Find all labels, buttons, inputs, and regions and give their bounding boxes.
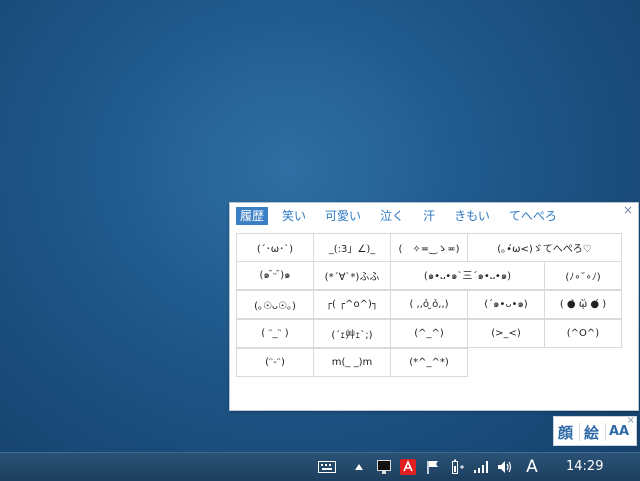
kaomoji-cell[interactable]: (*^_^*) xyxy=(390,348,468,377)
kaomoji-cell[interactable]: (๑ ̄ᵕ ̄)๑ xyxy=(236,261,314,290)
grid-row: (｡☉ᴗ☉｡) ┌( ┌^o^)┐ ( ,,ỏ ̮ỏ,,) (´๑•ᴗ•๑) (… xyxy=(236,290,622,320)
tab-laugh[interactable]: 笑い xyxy=(278,207,310,225)
kaomoji-cell[interactable]: (๑•᎑•๑`三´๑•᎑•๑) xyxy=(390,261,545,290)
kaomoji-cell[interactable]: ( ●̀ ᾥ ●́ ) xyxy=(544,290,622,319)
kaomoji-cell[interactable]: (｡•́ω<)ゞてへぺろ♡ xyxy=(467,233,622,262)
tab-tehepero[interactable]: てへぺろ xyxy=(505,207,561,225)
ime-close-button[interactable]: × xyxy=(627,415,635,426)
kaomoji-cell[interactable]: (*´∀`*)ふふ xyxy=(313,261,391,290)
tab-cry[interactable]: 泣く xyxy=(376,207,408,225)
taskbar: A 14:29 xyxy=(0,452,640,481)
battery-icon[interactable] xyxy=(450,457,466,477)
divider xyxy=(605,423,606,441)
security-app-icon[interactable] xyxy=(399,457,417,477)
action-center-flag-icon[interactable] xyxy=(425,457,441,477)
kaomoji-cell[interactable]: (^O^) xyxy=(544,319,622,348)
kaomoji-cell[interactable]: ( ,,ỏ ̮ỏ,,) xyxy=(390,290,468,319)
signal-strength-icon[interactable] xyxy=(473,457,491,477)
ime-palette-widget: 顔 絵 AA × xyxy=(553,415,637,446)
kaomoji-cell[interactable]: ( ✧≖‿ゝ≖) xyxy=(390,233,468,262)
show-hidden-icons-icon[interactable] xyxy=(352,457,366,477)
volume-icon[interactable] xyxy=(496,457,514,477)
kaomoji-cell[interactable]: (^_^) xyxy=(390,319,468,348)
grid-row: (´･ω･`) _(:3」∠)_ ( ✧≖‿ゝ≖) (｡•́ω<)ゞてへぺろ♡ xyxy=(236,233,622,262)
kaomoji-cell[interactable]: (>_<) xyxy=(467,319,545,348)
kaomoji-cell[interactable]: m(_ _)m xyxy=(313,348,391,377)
clock[interactable]: 14:29 xyxy=(566,457,603,477)
kaomoji-cell[interactable]: (´･ω･`) xyxy=(236,233,314,262)
kaomoji-cell[interactable]: (ﾉ∘˘∘ﾉ) xyxy=(544,261,622,290)
divider xyxy=(579,423,580,441)
kaomoji-cell[interactable]: ( ᵔ_ᵔ ) xyxy=(236,319,314,348)
tab-sweat[interactable]: 汗 xyxy=(419,207,439,225)
kaomoji-grid: (´･ω･`) _(:3」∠)_ ( ✧≖‿ゝ≖) (｡•́ω<)ゞてへぺろ♡ … xyxy=(236,233,622,378)
category-tabs: 履歴 笑い 可愛い 泣く 汗 きもい てへぺろ xyxy=(236,207,572,225)
kaomoji-cell[interactable]: (ᵔ-ᵔ) xyxy=(236,348,314,377)
kaomoji-mode-button[interactable]: 顔 xyxy=(558,422,573,443)
kaomoji-cell[interactable]: ┌( ┌^o^)┐ xyxy=(313,290,391,319)
tab-cute[interactable]: 可愛い xyxy=(321,207,365,225)
kaomoji-cell[interactable]: _(:3」∠)_ xyxy=(313,233,391,262)
ime-mode-indicator[interactable]: A xyxy=(522,457,542,477)
tab-history[interactable]: 履歴 xyxy=(236,207,269,225)
close-button[interactable]: × xyxy=(621,203,635,217)
keyboard-icon[interactable] xyxy=(317,457,337,477)
kaomoji-cell[interactable]: (´ｪ艸ｪ`;) xyxy=(313,319,391,348)
kaomoji-palette: × 履歴 笑い 可愛い 泣く 汗 きもい てへぺろ (´･ω･`) _(:3」∠… xyxy=(229,202,639,411)
grid-row: (๑ ̄ᵕ ̄)๑ (*´∀`*)ふふ (๑•᎑•๑`三´๑•᎑•๑) (ﾉ∘˘… xyxy=(236,261,622,291)
grid-row: (ᵔ-ᵔ) m(_ _)m (*^_^*) xyxy=(236,348,622,378)
monitor-icon[interactable] xyxy=(375,457,393,477)
tab-gross[interactable]: きもい xyxy=(450,207,494,225)
kaomoji-cell[interactable]: (´๑•ᴗ•๑) xyxy=(467,290,545,319)
kaomoji-cell[interactable]: (｡☉ᴗ☉｡) xyxy=(236,290,314,319)
grid-row: ( ᵔ_ᵔ ) (´ｪ艸ｪ`;) (^_^) (>_<) (^O^) xyxy=(236,319,622,349)
ascii-art-button[interactable]: AA xyxy=(609,424,629,439)
emoji-mode-button[interactable]: 絵 xyxy=(584,422,599,443)
